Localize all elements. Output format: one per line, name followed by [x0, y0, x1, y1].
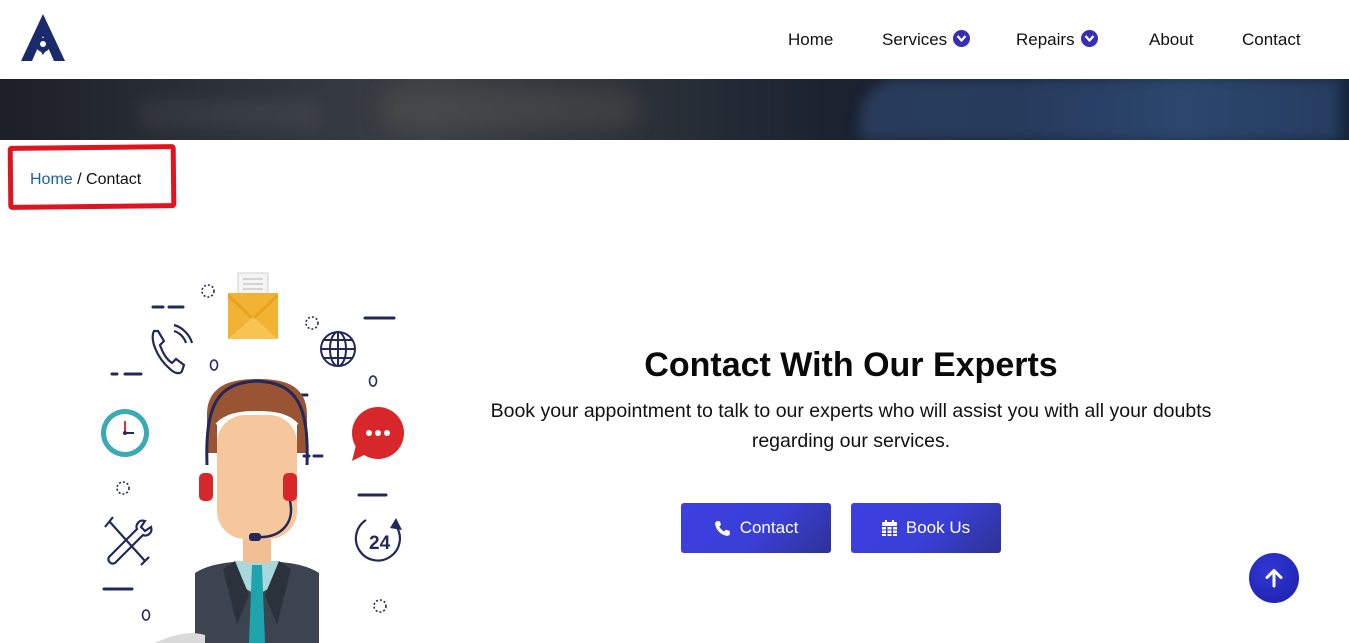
nav-contact-label: Contact	[1242, 30, 1301, 49]
nav-contact[interactable]: Contact	[1242, 30, 1301, 50]
chevron-down-icon[interactable]	[953, 30, 971, 47]
nav-home-label: Home	[788, 30, 834, 49]
navbar: Home Services Repairs About Contact	[0, 0, 1349, 79]
envelope-icon	[228, 272, 278, 339]
phone-icon	[714, 520, 730, 536]
breadcrumb-separator: /	[72, 171, 87, 188]
section-title: Contact With Our Experts	[644, 346, 1058, 384]
nav-services[interactable]: Services	[882, 30, 971, 50]
scroll-to-top-button[interactable]	[1249, 553, 1299, 603]
book-us-button[interactable]: Book Us	[851, 503, 1001, 553]
svg-text:24: 24	[369, 533, 391, 554]
tools-icon	[104, 516, 153, 566]
section-subtitle: Book your appointment to talk to our exp…	[490, 400, 1212, 452]
contact-button[interactable]: Contact	[681, 503, 831, 553]
support-agent-illustration: 24	[101, 272, 404, 643]
chevron-down-icon[interactable]	[1080, 30, 1098, 47]
nav-repairs-label: Repairs	[1016, 30, 1075, 49]
nav-about[interactable]: About	[1149, 30, 1193, 50]
arrow-up-icon	[1265, 569, 1283, 588]
nav-about-label: About	[1149, 30, 1194, 49]
24h-icon: 24	[354, 518, 402, 562]
hero-banner-image	[0, 79, 1349, 140]
nav-services-label: Services	[882, 30, 948, 49]
book-us-button-label: Book Us	[905, 518, 971, 537]
site-logo[interactable]	[18, 12, 68, 64]
breadcrumb: Home / Contact	[30, 171, 141, 189]
contact-button-label: Contact	[739, 518, 799, 537]
chat-bubble-icon	[352, 407, 404, 461]
phone-icon	[151, 323, 194, 375]
breadcrumb-home-link[interactable]: Home	[30, 171, 73, 188]
nav-home[interactable]: Home	[788, 30, 833, 50]
calendar-icon	[881, 520, 897, 536]
globe-icon	[320, 331, 356, 367]
nav-repairs[interactable]: Repairs	[1016, 30, 1098, 50]
agent-figure	[155, 379, 319, 643]
breadcrumb-current: Contact	[86, 171, 142, 188]
clock-icon	[101, 409, 149, 457]
